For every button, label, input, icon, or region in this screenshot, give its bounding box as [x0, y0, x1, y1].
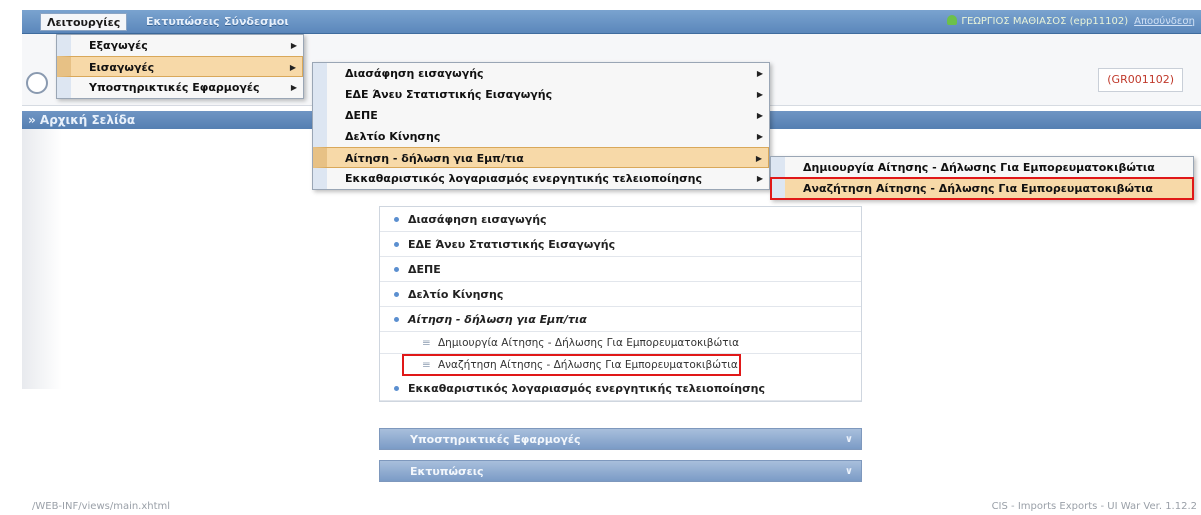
menu-item-eisagoges[interactable]: Εισαγωγές ▶	[57, 56, 303, 77]
left-gradient	[22, 129, 62, 389]
footer-version: CIS - Imports Exports - UI War Ver. 1.12…	[991, 501, 1197, 512]
triangle-right-icon: ▶	[290, 41, 297, 50]
menu-item-deltio[interactable]: Δελτίο Κίνησης ▶	[313, 126, 769, 147]
bullet-icon	[394, 386, 399, 391]
logo-icon	[26, 72, 48, 94]
nav-item-ede[interactable]: ΕΔΕ Άνευ Στατιστικής Εισαγωγής	[380, 232, 861, 257]
triangle-right-icon: ▶	[756, 111, 763, 120]
bullet-icon	[394, 292, 399, 297]
bullet-icon	[394, 217, 399, 222]
dash-icon: ≡	[422, 337, 431, 349]
menu-item-diasafisi[interactable]: Διασάφηση εισαγωγής ▶	[313, 63, 769, 84]
nav-item-diasafisi[interactable]: Διασάφηση εισαγωγής	[380, 207, 861, 232]
triangle-right-icon: ▶	[290, 83, 297, 92]
app-window: Λειτουργίες Εκτυπώσεις Σύνδεσμοι ΓΕΩΡΓΙΟ…	[22, 10, 1201, 515]
logout-link[interactable]: Αποσύνδεση	[1134, 16, 1195, 27]
bullet-icon	[394, 317, 399, 322]
bullet-icon	[394, 267, 399, 272]
triangle-right-icon: ▶	[755, 154, 762, 163]
triangle-right-icon: ▶	[756, 69, 763, 78]
menu-item-depe[interactable]: ΔΕΠΕ ▶	[313, 105, 769, 126]
menu-item-ede[interactable]: ΕΔΕ Άνευ Στατιστικής Εισαγωγής ▶	[313, 84, 769, 105]
user-name: ΓΕΩΡΓΙΟΣ ΜΑΘΙΑΣΟΣ (epp11102)	[961, 16, 1129, 27]
triangle-right-icon: ▶	[756, 174, 763, 183]
menu-item-ekkatharistikos[interactable]: Εκκαθαριστικός λογαριασμός ενεργητικής τ…	[313, 168, 769, 189]
menu-level2: Διασάφηση εισαγωγής ▶ ΕΔΕ Άνευ Στατιστική…	[312, 62, 770, 190]
navigation-panel: Διασάφηση εισαγωγής ΕΔΕ Άνευ Στατιστικής…	[379, 206, 862, 402]
menu-ektyposeis[interactable]: Εκτυπώσεις	[140, 13, 226, 31]
menu-item-aitisi[interactable]: Αίτηση - δήλωση για Εμπ/τια ▶	[313, 147, 769, 168]
menu-level1: Εξαγωγές ▶ Εισαγωγές ▶ Υποστηρικτικές Εφαρ…	[56, 34, 304, 99]
bullet-icon	[394, 242, 399, 247]
accordion-prints[interactable]: Εκτυπώσεις ∨	[379, 460, 862, 482]
triangle-right-icon: ▶	[756, 132, 763, 141]
triangle-right-icon: ▶	[289, 63, 296, 72]
menu-item-ypostiriktikes[interactable]: Υποστηρικτικές Εφαρμογές ▶	[57, 77, 303, 98]
menu-item-exagoges[interactable]: Εξαγωγές ▶	[57, 35, 303, 56]
nav-item-ekkatharistikos[interactable]: Εκκαθαριστικός λογαριασμός ενεργητικής τ…	[380, 376, 861, 401]
menu-item-search-aitisi[interactable]: Αναζήτηση Αίτησης - Δήλωσης Για Εμπορευμ…	[770, 177, 1194, 200]
nav-subitem-search[interactable]: ≡ Αναζήτηση Αίτησης - Δήλωσης Για Εμπορευ…	[402, 354, 741, 376]
footer-path: /WEB-INF/views/main.xhtml	[32, 501, 171, 512]
nav-subitem-create[interactable]: ≡ Δημιουργία Αίτησης - Δήλωσης Για Εμπορε…	[380, 332, 861, 354]
chevron-down-icon: ∨	[844, 466, 853, 477]
menu-level3: Δημιουργία Αίτησης - Δήλωσης Για Εμπορευ…	[770, 156, 1194, 200]
chevron-down-icon: ∨	[844, 434, 853, 445]
dash-icon: ≡	[422, 359, 431, 371]
user-info: ΓΕΩΡΓΙΟΣ ΜΑΘΙΑΣΟΣ (epp11102) Αποσύνδεση	[947, 13, 1195, 31]
menubar: Λειτουργίες Εκτυπώσεις Σύνδεσμοι ΓΕΩΡΓΙΟ…	[22, 10, 1201, 34]
accordion-support-apps[interactable]: Υποστηρικτικές Εφαρμογές ∨	[379, 428, 862, 450]
menu-leitourgies[interactable]: Λειτουργίες	[40, 13, 128, 31]
nav-item-aitisi[interactable]: Αίτηση - δήλωση για Εμπ/τια	[380, 307, 861, 332]
nav-item-deltio[interactable]: Δελτίο Κίνησης	[380, 282, 861, 307]
person-icon	[947, 15, 958, 25]
menu-item-create-aitisi[interactable]: Δημιουργία Αίτησης - Δήλωσης Για Εμπορευ…	[771, 157, 1193, 178]
menu-syndesmoi[interactable]: Σύνδεσμοι	[218, 13, 295, 31]
nav-item-depe[interactable]: ΔΕΠΕ	[380, 257, 861, 282]
office-code: (GR001102)	[1098, 68, 1183, 92]
triangle-right-icon: ▶	[756, 90, 763, 99]
